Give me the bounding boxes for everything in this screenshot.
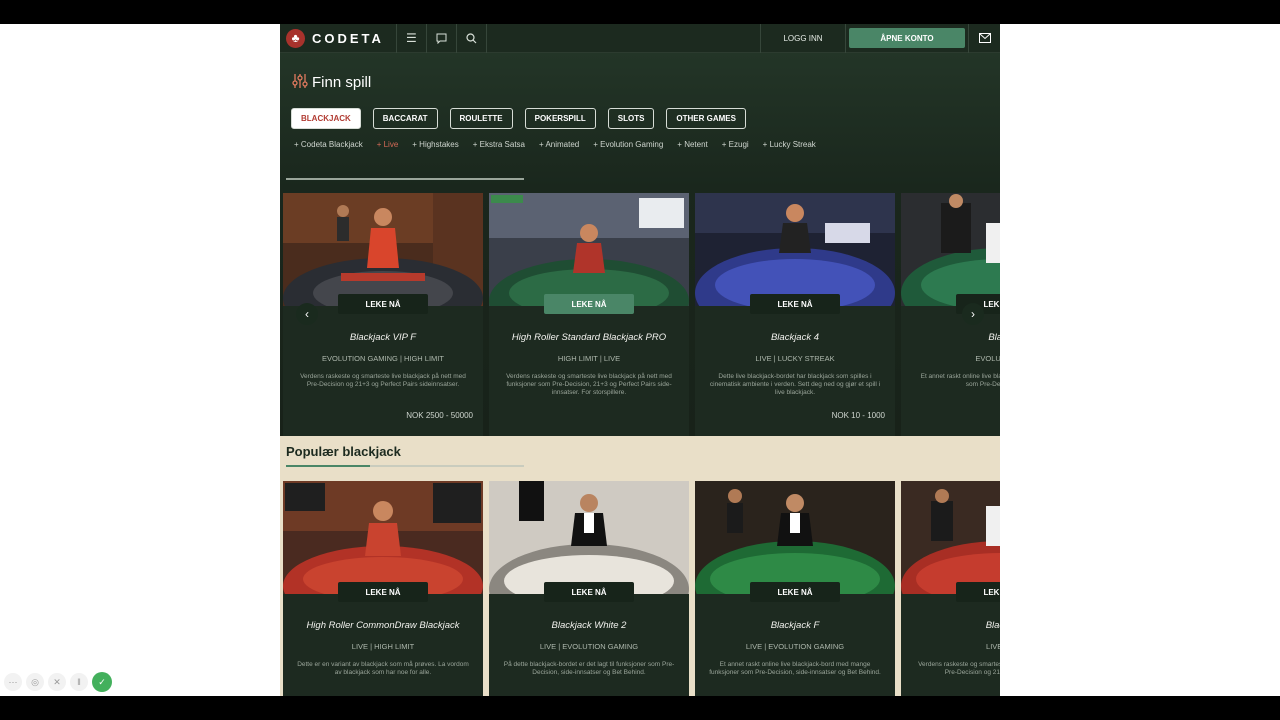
game-description: Verdens raskeste og smarteste live black… [300,373,466,388]
casino-site: ♣ CODETA ☰ LOGG INN ÅPNE KONTO Finn spil… [280,24,1000,696]
game-description: Verdens raskeste og smarteste live black… [918,661,1000,676]
tab-slots[interactable]: SLOTS [607,108,655,129]
game-thumbnail [283,481,483,594]
logo-text: CODETA [312,30,384,46]
site-header: ♣ CODETA ☰ LOGG INN ÅPNE KONTO [280,24,1000,53]
play-now-button[interactable]: LEKE NÅ [338,294,428,314]
filter-icon [292,73,308,92]
game-description: På dette blackjack-bordet er det lagt ti… [503,661,675,676]
logo[interactable]: ♣ CODETA [280,24,397,53]
game-tags: HIGH LIMIT | LIVE [557,354,621,363]
filter-highstakes[interactable]: + Highstakes [412,140,458,149]
bet-limit: NOK 2500 - 50000 [406,411,473,420]
tab-baccarat[interactable]: BACCARAT [372,108,438,129]
search-icon[interactable] [457,24,487,53]
subcategory-filters: + Codeta Blackjack + Live + Highstakes +… [294,140,816,149]
bet-limit: NOK 10 - 1000 [831,411,885,420]
tab-roulette[interactable]: ROULETTE [449,108,513,129]
close-icon[interactable]: ✕ [48,673,66,691]
game-thumbnail [901,481,1000,594]
tab-other-games[interactable]: OTHER GAMES [666,108,746,129]
finder-title: Finn spill [292,73,371,92]
game-description: Verdens raskeste og smarteste live black… [506,373,672,396]
game-title: Blackjack 4 [770,332,820,343]
filter-netent[interactable]: + Netent [677,140,707,149]
game-title: Blackj [988,332,1000,343]
game-card[interactable]: LEKE NÅ High Roller CommonDraw Blackjack… [283,481,483,696]
pause-icon[interactable]: ‖ [70,673,88,691]
game-thumbnail [901,193,1000,306]
carousel-prev-icon[interactable]: ‹ [296,303,318,325]
filter-ekstra-satsa[interactable]: + Ekstra Satsa [473,140,525,149]
game-title: Blackjack White 2 [551,620,627,631]
game-card[interactable]: LEKE NÅ Blackj EVOLUTION G Et annet rask… [901,193,1000,436]
game-thumbnail [283,193,483,306]
game-tags: EVOLUTION G [975,354,1000,363]
more-icon[interactable]: ⋯ [4,673,22,691]
game-tags: LIVE | EVOLUTION GAMING [745,642,845,651]
category-tabs: BLACKJACK BACCARAT ROULETTE POKERSPILL S… [291,108,746,129]
game-title: Blackja [985,620,1000,631]
popular-progress [286,465,524,467]
game-card[interactable]: LEKE NÅ Blackjack White 2 LIVE | EVOLUTI… [489,481,689,696]
game-card[interactable]: LEKE NÅ Blackja LIVE | HI Verdens raskes… [901,481,1000,696]
game-card[interactable]: LEKE NÅ High Roller Standard Blackjack P… [489,193,689,436]
open-account-wrap: ÅPNE KONTO [845,24,968,53]
game-thumbnail [695,481,895,594]
tab-blackjack[interactable]: BLACKJACK [291,108,361,129]
game-title: Blackjack VIP F [349,332,417,343]
game-description: Dette live blackjack-bordet har blackjac… [709,373,881,396]
popular-section-title: Populær blackjack [286,444,401,459]
game-tags: LIVE | EVOLUTION GAMING [539,642,639,651]
game-title: Blackjack F [770,620,820,631]
filter-evolution-gaming[interactable]: + Evolution Gaming [593,140,663,149]
filter-ezugi[interactable]: + Ezugi [722,140,749,149]
tab-pokerspill[interactable]: POKERSPILL [524,108,596,129]
camera-icon[interactable]: ◎ [26,673,44,691]
play-now-button[interactable]: LEKE NÅ [338,582,428,602]
game-tags: LIVE | LUCKY STREAK [755,354,835,363]
filter-live[interactable]: + Live [377,140,399,149]
carousel-progress [286,178,524,180]
filter-animated[interactable]: + Animated [539,140,579,149]
recorder-widget: ⋯ ◎ ✕ ‖ ✓ [4,672,112,692]
game-thumbnail [695,193,895,306]
checkmark-icon[interactable]: ✓ [92,672,112,692]
menu-icon[interactable]: ☰ [397,24,427,53]
game-thumbnail [489,193,689,306]
mail-icon[interactable] [968,24,1000,53]
play-now-button[interactable]: LEKE NÅ [750,294,840,314]
play-now-button[interactable]: LEKE NÅ [956,582,1000,602]
screen-top-bar [0,0,1280,24]
login-button[interactable]: LOGG INN [760,24,845,53]
filter-codeta-blackjack[interactable]: + Codeta Blackjack [294,140,363,149]
chat-icon[interactable] [427,24,457,53]
filter-lucky-streak[interactable]: + Lucky Streak [763,140,816,149]
right-margin [1000,24,1280,696]
game-description: Et annet raskt online live blackjack-bor… [920,373,1000,388]
left-margin [0,24,280,696]
game-card[interactable]: LEKE NÅ Blackjack F LIVE | EVOLUTION GAM… [695,481,895,696]
game-thumbnail [489,481,689,594]
carousel-next-icon[interactable]: › [962,303,984,325]
screen-bottom-bar [0,696,1280,720]
play-now-button[interactable]: LEKE NÅ [750,582,840,602]
game-tags: LIVE | HIGH LIMIT [351,642,415,651]
game-description: Dette er en variant av blackjack som må … [297,661,469,676]
game-title: High Roller CommonDraw Blackjack [306,620,460,631]
game-title: High Roller Standard Blackjack PRO [511,332,667,343]
game-description: Et annet raskt online live blackjack-bor… [709,661,881,676]
game-finder: Finn spill BLACKJACK BACCARAT ROULETTE P… [280,53,1000,436]
finder-title-text: Finn spill [312,74,372,91]
game-tags: LIVE | HI [986,642,1000,651]
open-account-button[interactable]: ÅPNE KONTO [849,28,965,48]
club-logo-icon: ♣ [286,28,305,48]
play-now-button[interactable]: LEKE NÅ [544,294,634,314]
game-tags: EVOLUTION GAMING | HIGH LIMIT [322,354,444,363]
game-card[interactable]: LEKE NÅ Blackjack 4 LIVE | LUCKY STREAK … [695,193,895,436]
play-now-button[interactable]: LEKE NÅ [544,582,634,602]
